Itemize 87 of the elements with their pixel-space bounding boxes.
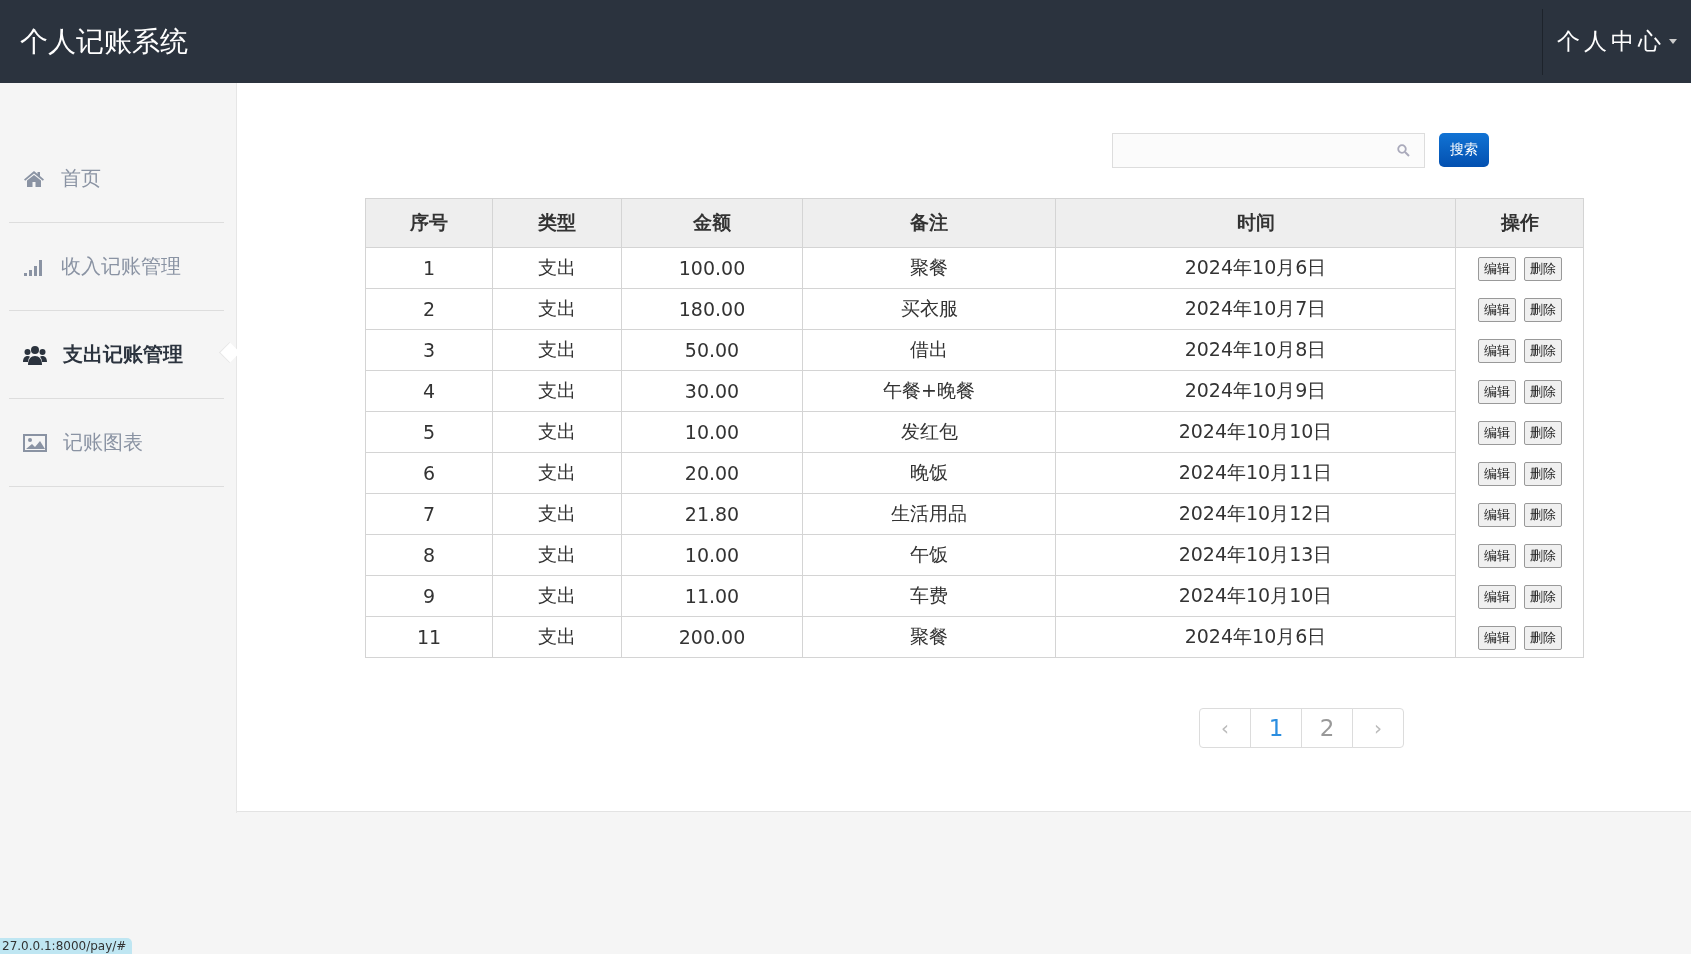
table-cell: 2024年10月8日	[1055, 329, 1456, 371]
table-cell: 发红包	[802, 411, 1056, 453]
table-cell: 2024年10月11日	[1055, 452, 1456, 494]
edit-button[interactable]: 编辑	[1477, 585, 1516, 609]
delete-button[interactable]: 删除	[1523, 585, 1562, 609]
status-url: 27.0.0.1:8000/pay/#	[0, 938, 133, 954]
table-cell: 支出	[492, 452, 622, 494]
table-cell: 午饭	[802, 534, 1056, 576]
table-cell: 100.00	[621, 247, 803, 289]
delete-button[interactable]: 删除	[1523, 503, 1562, 527]
table-cell: 11	[365, 616, 493, 658]
delete-button[interactable]: 删除	[1523, 544, 1562, 568]
edit-button[interactable]: 编辑	[1477, 257, 1516, 281]
delete-button[interactable]: 删除	[1523, 626, 1562, 650]
table-cell: 3	[365, 329, 493, 371]
table-cell: 午餐+晚餐	[802, 370, 1056, 412]
table-cell: 支出	[492, 288, 622, 330]
table-cell: 8	[365, 534, 493, 576]
table-cell: 20.00	[621, 452, 803, 494]
table-cell: 7	[365, 493, 493, 535]
table-cell: 5	[365, 411, 493, 453]
table-cell: 200.00	[621, 616, 803, 658]
delete-button[interactable]: 删除	[1523, 339, 1562, 363]
table-cell: 生活用品	[802, 493, 1056, 535]
column-header: 类型	[492, 198, 622, 248]
home-icon	[23, 169, 45, 188]
table-cell: 10.00	[621, 411, 803, 453]
table-cell: 2024年10月13日	[1055, 534, 1456, 576]
table-cell: 支出	[492, 534, 622, 576]
table-cell: 180.00	[621, 288, 803, 330]
table-cell: 借出	[802, 329, 1056, 371]
table-cell: 9	[365, 575, 493, 617]
table-cell: 2024年10月6日	[1055, 247, 1456, 289]
caret-icon	[1669, 39, 1677, 44]
table-cell: 支出	[492, 575, 622, 617]
table-cell: 2024年10月9日	[1055, 370, 1456, 412]
table-cell: 2024年10月7日	[1055, 288, 1456, 330]
table-cell: 支出	[492, 411, 622, 453]
edit-button[interactable]: 编辑	[1477, 544, 1516, 568]
table-cell: 2	[365, 288, 493, 330]
delete-button[interactable]: 删除	[1523, 298, 1562, 322]
table-cell: 1	[365, 247, 493, 289]
edit-button[interactable]: 编辑	[1477, 626, 1516, 650]
table-cell: 4	[365, 370, 493, 412]
edit-button[interactable]: 编辑	[1477, 462, 1516, 486]
search-button[interactable]: 搜索	[1439, 133, 1489, 167]
delete-button[interactable]: 删除	[1523, 257, 1562, 281]
column-header: 序号	[365, 198, 493, 248]
table-cell: 11.00	[621, 575, 803, 617]
delete-button[interactable]: 删除	[1523, 462, 1562, 486]
search-icon	[1397, 144, 1410, 157]
table-cell: 支出	[492, 493, 622, 535]
delete-button[interactable]: 删除	[1523, 421, 1562, 445]
table-cell: 支出	[492, 247, 622, 289]
edit-button[interactable]: 编辑	[1477, 421, 1516, 445]
app-title: 个人记账系统	[20, 23, 188, 60]
table-cell: 支出	[492, 370, 622, 412]
search-field[interactable]	[1112, 133, 1425, 168]
table-cell: 2024年10月6日	[1055, 616, 1456, 658]
table-cell: 聚餐	[802, 247, 1056, 289]
edit-button[interactable]: 编辑	[1477, 298, 1516, 322]
table-cell: 21.80	[621, 493, 803, 535]
user-menu-button[interactable]: 个人中心	[1557, 26, 1677, 57]
table-cell: 聚餐	[802, 616, 1056, 658]
column-header: 金额	[621, 198, 803, 248]
table-cell: 2024年10月10日	[1055, 575, 1456, 617]
column-header: 时间	[1055, 198, 1456, 248]
edit-button[interactable]: 编辑	[1477, 339, 1516, 363]
signal-bars-icon	[23, 257, 45, 276]
table-cell: 晚饭	[802, 452, 1056, 494]
table-cell: 30.00	[621, 370, 803, 412]
table-cell: 买衣服	[802, 288, 1056, 330]
column-header: 操作	[1455, 198, 1584, 248]
column-header: 备注	[802, 198, 1056, 248]
table-cell: 车费	[802, 575, 1056, 617]
table-cell: 50.00	[621, 329, 803, 371]
users-icon	[23, 344, 47, 365]
table-cell: 2024年10月12日	[1055, 493, 1456, 535]
edit-button[interactable]: 编辑	[1477, 380, 1516, 404]
table-cell: 支出	[492, 329, 622, 371]
table-cell: 6	[365, 452, 493, 494]
delete-button[interactable]: 删除	[1523, 380, 1562, 404]
image-icon	[23, 433, 47, 452]
table-cell: 10.00	[621, 534, 803, 576]
table-cell: 2024年10月10日	[1055, 411, 1456, 453]
edit-button[interactable]: 编辑	[1477, 503, 1516, 527]
table-cell: 支出	[492, 616, 622, 658]
